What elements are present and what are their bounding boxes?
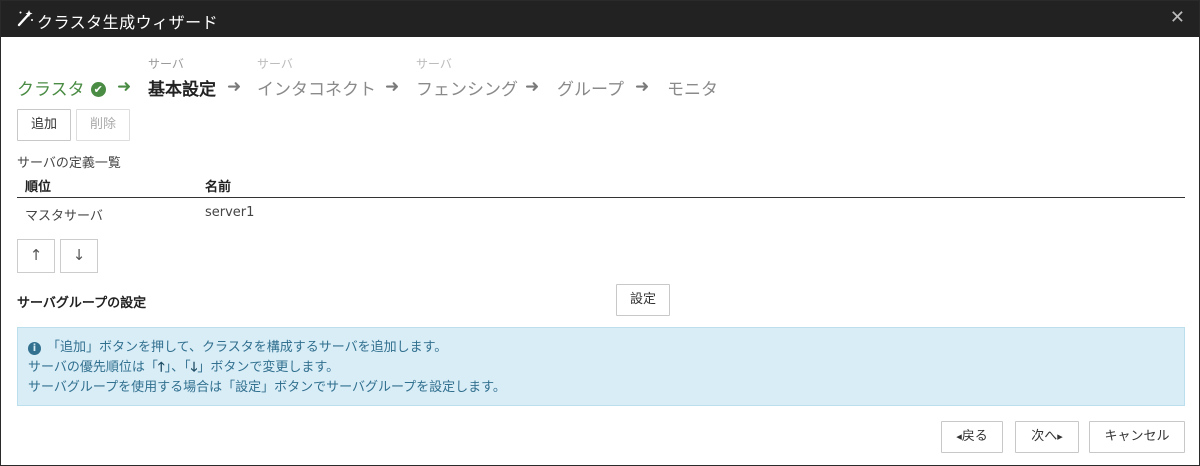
wizard-steps: クラスタ ✔ ➜ サーバ 基本設定 ➜ サーバ インタコネクト ➜ サーバ フェン… [17, 53, 1117, 101]
next-button[interactable]: 次へ▸ [1015, 421, 1079, 453]
wizard-window: クラスタ生成ウィザード ✕ クラスタ ✔ ➜ サーバ 基本設定 ➜ サーバ インタ… [0, 0, 1200, 466]
back-button-label: 戻る [961, 429, 988, 444]
column-header-name: 名前 [205, 180, 232, 195]
move-up-button[interactable]: ↑ [17, 239, 55, 273]
info-icon: i [28, 342, 41, 355]
info-line-3: サーバグループを使用する場合は「設定」ボタンでサーバグループを設定します。 [28, 376, 506, 395]
info-line-3-text: サーバグループを使用する場合は「設定」ボタンでサーバグループを設定します。 [28, 380, 506, 395]
arrow-up-icon: 🡑 [157, 360, 165, 375]
info-line-2-part-1: サーバの優先順位は「 [28, 360, 158, 375]
step-server-fencing-sublabel: サーバ [416, 57, 452, 71]
table-header: 順位 名前 [17, 173, 1185, 198]
caret-right-icon: ▸ [1057, 430, 1063, 443]
info-line-2-part-3: 」ボタンで変更します。 [197, 360, 340, 375]
arrow-down-icon: ↓ [72, 246, 86, 264]
close-icon[interactable]: ✕ [1170, 9, 1185, 27]
step-server-fencing-label: フェンシング [416, 80, 518, 100]
step-arrow-icon: ➜ [227, 77, 242, 97]
step-cluster-text: クラスタ [17, 80, 85, 100]
check-circle-icon: ✔ [90, 82, 106, 97]
delete-button[interactable]: 削除 [76, 109, 130, 141]
server-group-label: サーバグループの設定 [17, 296, 147, 311]
cell-order: マスタサーバ [25, 209, 103, 224]
add-button[interactable]: 追加 [17, 109, 71, 141]
step-server-basic-label: 基本設定 [148, 80, 216, 100]
info-line-2-part-2: 」、「 [164, 360, 191, 375]
arrow-up-icon: ↑ [29, 246, 43, 264]
server-group-settings-button[interactable]: 設定 [616, 284, 670, 316]
wand-icon [17, 10, 33, 27]
step-server-interconnect-label: インタコネクト [257, 80, 376, 100]
step-cluster-label: クラスタ ✔ [17, 75, 106, 100]
step-group-label: グループ [557, 80, 624, 100]
step-arrow-icon: ➜ [635, 77, 650, 97]
info-line-1: i 「追加」ボタンを押して、クラスタを構成するサーバを追加します。 [28, 336, 447, 355]
server-list-caption: サーバの定義一覧 [17, 156, 121, 171]
info-line-1-text: 「追加」ボタンを押して、クラスタを構成するサーバを追加します。 [47, 340, 448, 355]
cancel-button[interactable]: キャンセル [1089, 421, 1185, 453]
back-button[interactable]: ◂戻る [941, 421, 1003, 453]
step-arrow-icon: ➜ [385, 77, 400, 97]
title-bar: クラスタ生成ウィザード ✕ [1, 1, 1199, 37]
cell-name: server1 [205, 205, 255, 220]
step-monitor-label: モニタ [667, 80, 718, 100]
step-arrow-icon: ➜ [117, 77, 132, 97]
info-message: i 「追加」ボタンを押して、クラスタを構成するサーバを追加します。 サーバの優先順… [17, 327, 1185, 406]
move-down-button[interactable]: ↓ [60, 239, 98, 273]
table-row[interactable]: マスタサーバ server1 [17, 198, 1185, 228]
next-button-label: 次へ [1031, 429, 1058, 444]
step-server-basic-sublabel: サーバ [148, 57, 184, 71]
window-title: クラスタ生成ウィザード [37, 13, 219, 32]
step-arrow-icon: ➜ [525, 77, 540, 97]
server-table: 順位 名前 マスタサーバ server1 [17, 173, 1185, 228]
column-header-order: 順位 [25, 180, 52, 195]
step-server-interconnect-sublabel: サーバ [257, 57, 293, 71]
